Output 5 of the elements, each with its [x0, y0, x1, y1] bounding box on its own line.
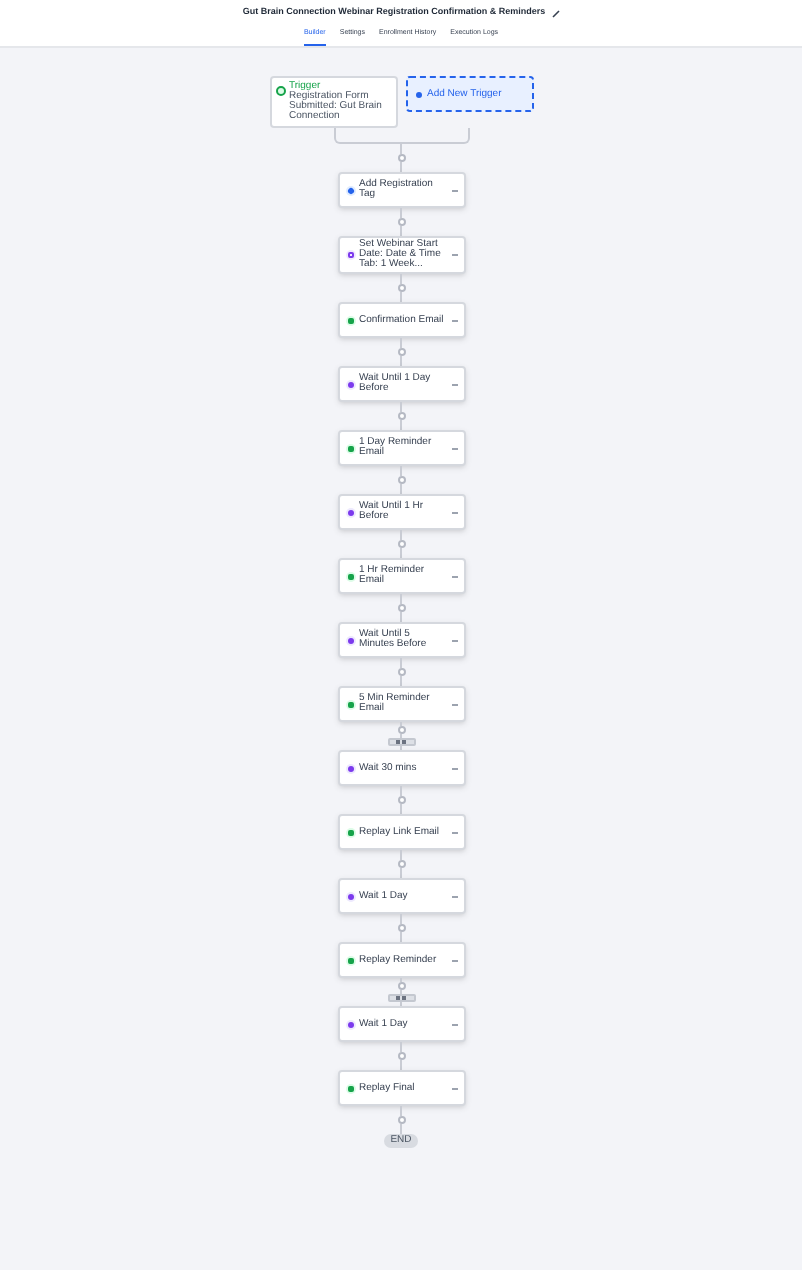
split-badge[interactable]	[387, 994, 415, 1003]
calendar-icon	[345, 250, 355, 261]
edit-icon[interactable]	[551, 9, 560, 17]
split-badge[interactable]	[387, 738, 415, 747]
trigger-icon	[275, 86, 285, 97]
